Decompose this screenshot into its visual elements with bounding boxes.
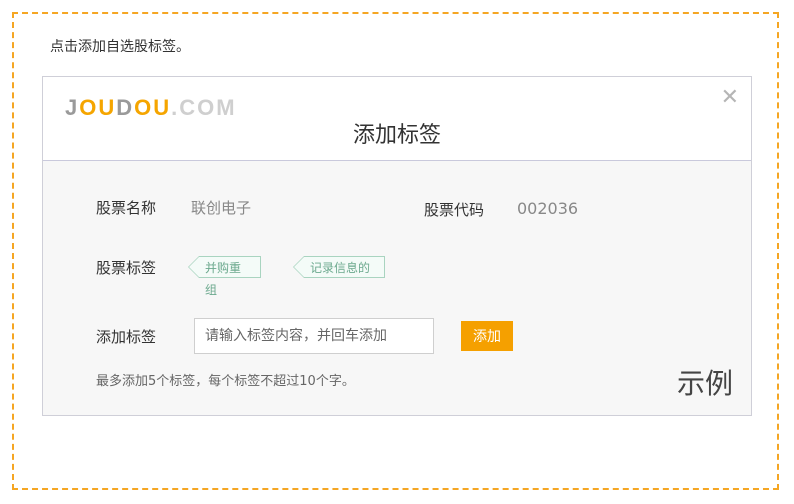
close-icon[interactable]: ✕ bbox=[721, 87, 739, 109]
add-button[interactable]: 添加 bbox=[461, 321, 513, 351]
hint-text: 点击添加自选股标签。 bbox=[50, 39, 190, 55]
tag-item[interactable]: 记录信息的 bbox=[293, 256, 385, 278]
stock-name-label: 股票名称 bbox=[96, 199, 157, 217]
stock-tags-label: 股票标签 bbox=[96, 259, 157, 277]
add-tag-label: 添加标签 bbox=[96, 328, 157, 346]
stock-name-value: 联创电子 bbox=[191, 199, 252, 217]
tag-input[interactable] bbox=[194, 318, 434, 354]
limit-note: 最多添加5个标签，每个标签不超过10个字。 bbox=[96, 374, 355, 389]
dialog-title: 添加标签 bbox=[352, 123, 441, 148]
dialog-header: JOUDOU.COM 添加标签 ✕ bbox=[43, 77, 751, 161]
add-tag-dialog: JOUDOU.COM 添加标签 ✕ 股票名称 联创电子 股票代码 002036 … bbox=[42, 76, 752, 416]
stock-code-label: 股票代码 bbox=[424, 201, 485, 219]
tag-item[interactable]: 并购重组 bbox=[188, 256, 261, 297]
example-label: 示例 bbox=[676, 367, 733, 400]
stock-code-value: 002036 bbox=[517, 199, 579, 218]
